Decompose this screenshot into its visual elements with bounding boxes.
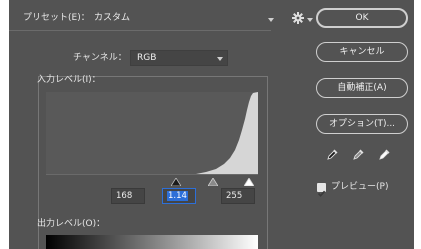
- black-eyedropper-icon[interactable]: [327, 148, 339, 160]
- histogram-graph: [46, 92, 258, 174]
- gear-icon[interactable]: [292, 12, 304, 24]
- channel-value: RGB: [137, 53, 157, 63]
- histogram-baseline: [46, 174, 258, 175]
- white-point-slider[interactable]: [244, 178, 254, 186]
- ok-button[interactable]: OK: [316, 8, 408, 28]
- black-point-slider[interactable]: [171, 178, 181, 186]
- output-gradient: [46, 235, 258, 249]
- gray-eyedropper-icon[interactable]: [353, 148, 365, 160]
- cancel-button[interactable]: キャンセル: [316, 42, 408, 62]
- chevron-down-icon: [217, 57, 223, 61]
- preset-label: プリセット(E)：: [23, 13, 90, 23]
- white-point-input[interactable]: 255: [221, 188, 255, 204]
- chevron-down-icon: [268, 18, 274, 22]
- preset-value: カスタム: [94, 13, 131, 23]
- black-point-input[interactable]: 168: [111, 188, 145, 204]
- options-button[interactable]: オプション(T)...: [316, 114, 408, 134]
- levels-dialog: プリセット(E)： カスタム OK キャンセル 自動補正(A) オプション(T)…: [9, 0, 414, 249]
- gamma-slider[interactable]: [208, 178, 218, 186]
- output-levels-label: 出力レベル(O)：: [37, 219, 106, 229]
- histogram: [46, 92, 258, 174]
- checkmark-icon: [317, 190, 326, 197]
- preset-underline: [9, 30, 271, 31]
- preview-label[interactable]: プレビュー(P): [331, 182, 388, 193]
- gear-menu-caret-icon[interactable]: [307, 18, 313, 22]
- gamma-input[interactable]: 1.14: [162, 188, 196, 204]
- channel-select[interactable]: RGB: [130, 50, 228, 66]
- preview-checkbox[interactable]: [317, 183, 326, 197]
- white-eyedropper-icon[interactable]: [379, 148, 391, 160]
- preset-select[interactable]: カスタム: [90, 10, 276, 28]
- gamma-value: 1.14: [167, 191, 188, 201]
- channel-label: チャンネル：: [73, 53, 127, 63]
- input-levels-label: 入力レベル(I)：: [37, 75, 101, 85]
- auto-button[interactable]: 自動補正(A): [316, 78, 408, 98]
